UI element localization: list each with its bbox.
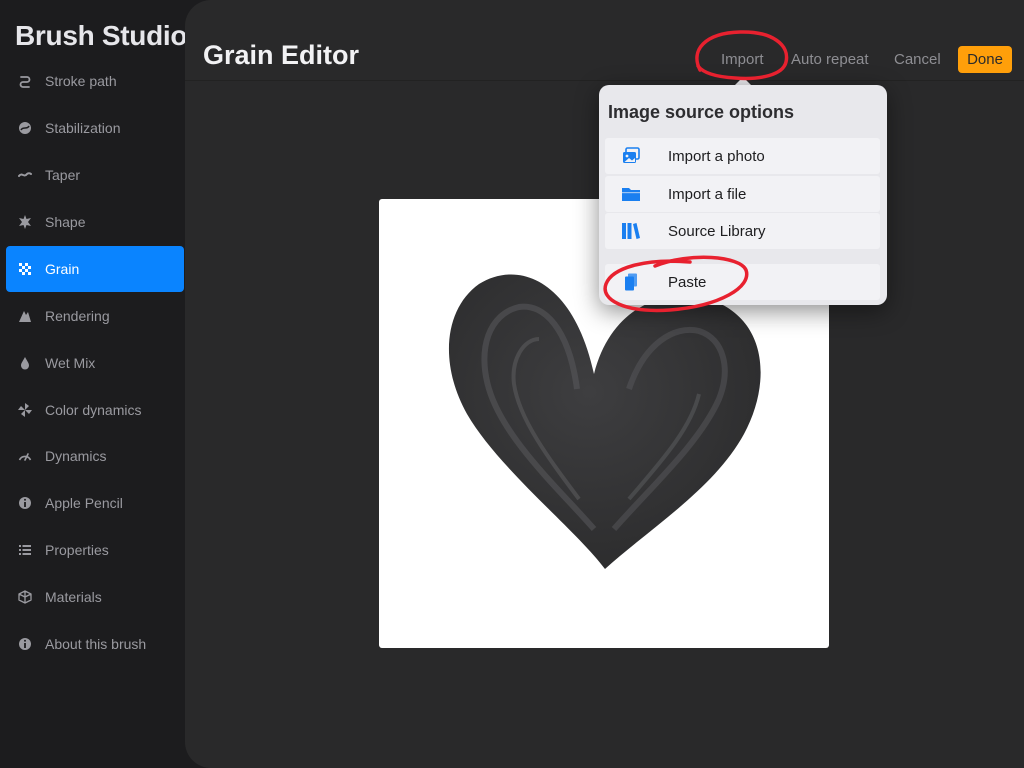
sidebar-item-label: Apple Pencil [45,495,123,511]
option-label: Source Library [668,222,766,240]
image-source-popover: Image source options Import a photo Impo… [599,85,887,305]
sidebar-item-label: Taper [45,167,81,183]
import-photo-option[interactable]: Import a photo [605,138,880,174]
sidebar-item-stabilization[interactable]: Stabilization [6,105,184,151]
wet-mix-icon [18,356,32,370]
cancel-button[interactable]: Cancel [894,51,941,68]
stabilization-icon [18,121,32,135]
import-button[interactable]: Import [721,51,764,68]
option-label: Import a photo [668,147,765,165]
folder-icon [621,184,641,204]
taper-icon [18,168,32,182]
paste-icon [621,272,641,292]
library-icon [621,221,641,241]
apple-pencil-icon [18,496,32,510]
sidebar: Brush Studio Stroke path Stabilization T… [0,0,190,768]
stroke-path-icon [18,74,32,88]
sidebar-item-wet-mix[interactable]: Wet Mix [6,340,184,386]
sidebar-item-grain[interactable]: Grain [6,246,184,292]
sidebar-item-properties[interactable]: Properties [6,527,184,573]
grain-icon [18,262,32,276]
page-title: Grain Editor [203,40,360,70]
sidebar-item-label: About this brush [45,636,147,652]
sidebar-item-label: Dynamics [45,448,107,464]
sidebar-item-label: Shape [45,214,86,230]
sidebar-item-materials[interactable]: Materials [6,574,184,620]
about-icon [18,637,32,651]
rendering-icon [18,309,32,323]
done-button[interactable]: Done [958,46,1012,73]
source-library-option[interactable]: Source Library [605,213,880,249]
sidebar-item-label: Grain [45,261,80,277]
sidebar-item-label: Stabilization [45,120,121,136]
import-file-option[interactable]: Import a file [605,176,880,212]
materials-icon [18,590,32,604]
dynamics-icon [18,449,32,463]
photo-icon [621,146,641,166]
sidebar-item-rendering[interactable]: Rendering [6,293,184,339]
properties-icon [18,543,32,557]
sidebar-item-label: Stroke path [45,73,117,89]
sidebar-item-about[interactable]: About this brush [6,621,184,667]
sidebar-item-label: Color dynamics [45,402,142,418]
color-dynamics-icon [18,403,32,417]
auto-repeat-button[interactable]: Auto repeat [791,51,869,68]
sidebar-item-label: Materials [45,589,102,605]
option-label: Paste [668,273,707,291]
sidebar-item-shape[interactable]: Shape [6,199,184,245]
sidebar-item-stroke-path[interactable]: Stroke path [6,58,184,104]
sidebar-title: Brush Studio [15,20,188,51]
shape-icon [18,215,32,229]
option-label: Import a file [668,185,747,203]
editor-header: Grain Editor Import Auto repeat Cancel D… [185,0,1024,81]
sidebar-item-label: Properties [45,542,109,558]
sidebar-item-label: Wet Mix [45,355,96,371]
popover-title: Image source options [608,102,795,122]
sidebar-item-color-dynamics[interactable]: Color dynamics [6,387,184,433]
sidebar-item-apple-pencil[interactable]: Apple Pencil [6,480,184,526]
sidebar-item-label: Rendering [45,308,110,324]
paste-option[interactable]: Paste [605,264,880,300]
sidebar-item-dynamics[interactable]: Dynamics [6,433,184,479]
sidebar-item-taper[interactable]: Taper [6,152,184,198]
